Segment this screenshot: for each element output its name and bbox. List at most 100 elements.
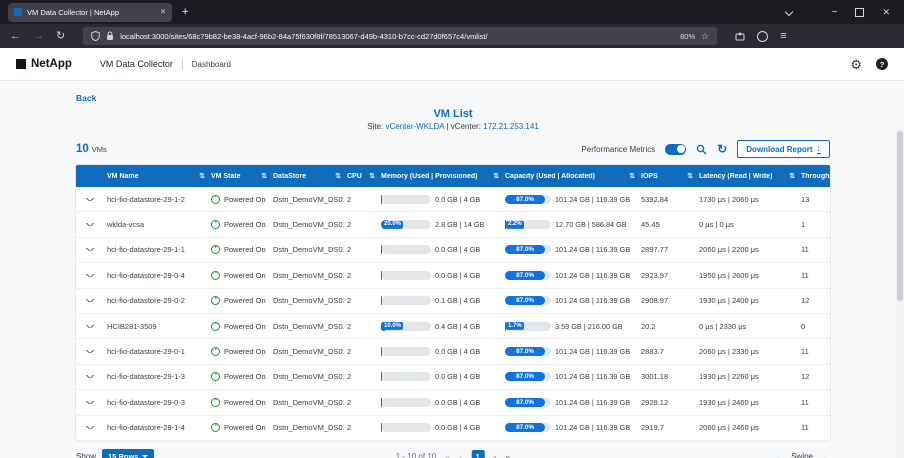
column-header[interactable]: VM State⇅ (208, 172, 270, 180)
expand-row-icon[interactable] (86, 198, 94, 201)
table-row[interactable]: hci-fio-datastore-29-1-1 Powered On Dstn… (76, 238, 830, 263)
first-page-button[interactable]: « (445, 452, 450, 458)
table-row[interactable]: hci-fio-datastore-29-0-2 Powered On Dstn… (76, 289, 830, 314)
sort-icon[interactable]: ⇅ (687, 172, 693, 180)
tab-close-icon[interactable]: ✕ (160, 8, 166, 16)
expand-row-icon[interactable] (86, 325, 94, 328)
prev-page-button[interactable]: ‹ (459, 452, 462, 458)
iops-cell: 5392.84 (638, 195, 696, 204)
zoom-level[interactable]: 80% (680, 32, 695, 41)
maximize-button[interactable] (855, 8, 864, 17)
column-header[interactable]: DataStore⇅ (270, 172, 344, 180)
table-row[interactable]: hci-fio-datastore-29-0-1 Powered On Dstn… (76, 339, 830, 364)
datastore-cell: Dstn_DemoVM_DS01 (270, 322, 344, 331)
column-header[interactable]: Capacity (Used | Allocated) ⇅ (502, 172, 638, 180)
expand-row-icon[interactable] (86, 223, 94, 226)
account-icon[interactable] (757, 31, 768, 42)
swipe-right-icon[interactable]: → (818, 451, 830, 458)
throughput-cell: 11 (798, 423, 830, 432)
power-on-icon (211, 220, 220, 229)
table-row[interactable]: wklda-vcsa Powered On Dstn_DemoVM_DS01 2… (76, 212, 830, 237)
vm-name-cell: hci-fio-datastore-29-0-1 (104, 347, 208, 356)
usage-bar: 2.2% (505, 220, 551, 229)
column-header[interactable]: Memory (Used | Provisioned)⇅ (378, 172, 502, 180)
throughput-cell: 12 (798, 296, 830, 305)
download-icon: ↓ (817, 144, 822, 155)
back-nav-button[interactable]: ← (10, 31, 21, 42)
expand-row-icon[interactable] (86, 299, 94, 302)
column-header[interactable]: Throughput⇅ (798, 172, 830, 180)
vcenter-link[interactable]: 172.21.253.141 (483, 122, 539, 131)
new-tab-button[interactable]: + (182, 6, 188, 18)
iops-cell: 2908.97 (638, 296, 696, 305)
column-header[interactable]: VM Name⇅ (104, 172, 208, 180)
expand-row-icon[interactable] (86, 350, 94, 353)
netapp-logo[interactable]: NetApp (16, 58, 72, 70)
column-header[interactable]: CPU⇅ (344, 172, 378, 180)
column-label: Capacity (Used | Allocated) (505, 173, 595, 180)
expand-row-icon[interactable] (86, 375, 94, 378)
pagination: 1 - 10 of 10 « ‹ 1 › » (396, 450, 511, 458)
column-header[interactable]: Latency (Read | Write)⇅ (696, 172, 798, 180)
table-row[interactable]: hci-fio-datastore-29-0-4 Powered On Dstn… (76, 263, 830, 288)
pagination-range: 1 - 10 of 10 (396, 452, 436, 458)
site-link[interactable]: vCenter-WKLDA (385, 122, 444, 131)
table-row[interactable]: hci-fio-datastore-29-1-2 Powered On Dstn… (76, 187, 830, 212)
menu-icon[interactable]: ≡ (780, 31, 786, 42)
latency-cell: 1930 μs | 2460 μs (696, 398, 798, 407)
back-link[interactable]: Back (76, 81, 96, 103)
refresh-icon[interactable]: ↻ (717, 143, 727, 155)
table-row[interactable]: hci-fio-datastore-29-1-4 Powered On Dstn… (76, 416, 830, 441)
shield-icon[interactable] (91, 31, 100, 41)
sort-icon[interactable]: ⇅ (199, 172, 205, 180)
sort-icon[interactable]: ⇅ (335, 172, 341, 180)
url-text[interactable]: localhost:3000/sites/68c79b82-be38-4acf-… (120, 32, 674, 41)
performance-metrics-toggle[interactable] (665, 144, 686, 155)
download-report-button[interactable]: Download Report ↓ (737, 140, 830, 159)
cpu-cell: 2 (344, 245, 378, 254)
expand-row-icon[interactable] (86, 401, 94, 404)
current-page[interactable]: 1 (471, 450, 484, 458)
sort-icon[interactable]: ⇅ (629, 172, 635, 180)
search-icon[interactable] (696, 144, 707, 155)
column-header[interactable]: IOPS⇅ (638, 172, 696, 180)
sort-icon[interactable]: ⇅ (493, 172, 499, 180)
usage-percent-badge: 20.0% (382, 220, 403, 228)
sort-icon[interactable]: ⇅ (369, 172, 375, 180)
lock-icon[interactable] (106, 31, 114, 41)
scrollbar-thumb[interactable] (897, 131, 903, 301)
expand-row-icon[interactable] (86, 426, 94, 429)
close-window-button[interactable]: ✕ (882, 7, 890, 18)
swipe-left-icon[interactable]: ← (774, 451, 786, 458)
usage-bar (381, 423, 431, 432)
vm-name-cell: HCIB281-3509 (104, 322, 208, 331)
sort-icon[interactable]: ⇅ (261, 172, 267, 180)
table-row[interactable]: hci-fio-datastore-29-0-3 Powered On Dstn… (76, 390, 830, 415)
page-scrollbar[interactable] (896, 129, 904, 458)
help-icon[interactable]: ? (876, 58, 888, 70)
table-row[interactable]: hci-fio-datastore-29-1-3 Powered On Dstn… (76, 365, 830, 390)
settings-gear-icon[interactable]: ⚙ (850, 58, 862, 71)
nav-dashboard[interactable]: Dashboard (192, 60, 231, 69)
list-tabs-chevron-icon[interactable] (784, 8, 792, 16)
reload-button[interactable]: ↻ (56, 31, 65, 42)
next-page-button[interactable]: › (493, 452, 496, 458)
bookmark-star-icon[interactable]: ☆ (701, 31, 709, 42)
cpu-cell: 2 (344, 220, 378, 229)
browser-tab[interactable]: VM Data Collector | NetApp ✕ (8, 3, 172, 22)
table-row[interactable]: HCIB281-3509 Powered On Dstn_DemoVM_DS01… (76, 314, 830, 339)
minimize-button[interactable]: − (832, 7, 838, 18)
last-page-button[interactable]: » (505, 452, 510, 458)
memory-cell: 0.0 GB | 4 GB (378, 398, 502, 407)
cpu-cell: 2 (344, 372, 378, 381)
usage-bar (381, 271, 431, 280)
latency-cell: 2060 μs | 2200 μs (696, 245, 798, 254)
rows-per-page-select[interactable]: 15 Rows (102, 449, 154, 458)
vm-name-cell: hci-fio-datastore-29-1-1 (104, 245, 208, 254)
expand-row-icon[interactable] (86, 274, 94, 277)
extensions-icon[interactable] (735, 31, 745, 41)
sort-icon[interactable]: ⇅ (789, 172, 795, 180)
usage-bar (381, 245, 431, 254)
expand-row-icon[interactable] (86, 248, 94, 251)
address-bar[interactable]: localhost:3000/sites/68c79b82-be38-4acf-… (83, 27, 717, 45)
